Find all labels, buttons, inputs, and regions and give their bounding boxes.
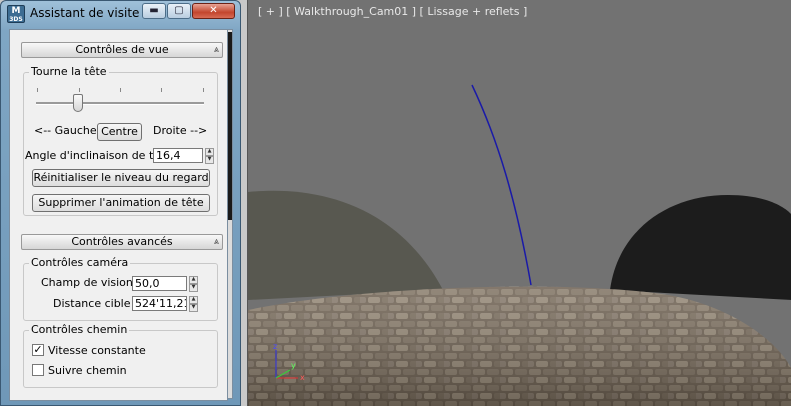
collapse-chevron-icon: ⩓ xyxy=(213,237,219,247)
target-distance-field[interactable]: 524'11,213 xyxy=(132,296,187,311)
view-controls-header-label: Contrôles de vue xyxy=(75,43,169,56)
collapse-chevron-icon: ⩓ xyxy=(213,45,219,55)
slider-tick xyxy=(161,88,162,92)
viewport-label-menu[interactable]: [ + ] [ Walkthrough_Cam01 ] [ Lissage + … xyxy=(258,5,527,18)
right-label: Droite --> xyxy=(153,124,208,137)
maximize-button[interactable]: ▢ xyxy=(167,3,191,19)
field-of-view-label: Champ de vision : xyxy=(41,276,141,289)
head-turn-slider-track[interactable] xyxy=(36,102,204,105)
target-distance-spinner[interactable]: ▲ ▼ xyxy=(189,296,198,312)
follow-path-label: Suivre chemin xyxy=(48,364,127,377)
camera-controls-group xyxy=(23,263,218,321)
slider-tick xyxy=(120,88,121,92)
left-label: <-- Gauche xyxy=(34,124,97,137)
delete-head-animation-button[interactable]: Supprimer l'animation de tête xyxy=(32,194,210,212)
target-distance-label: Distance cible : xyxy=(53,297,138,310)
reset-gaze-level-button[interactable]: Réinitialiser le niveau du regard xyxy=(32,169,210,187)
field-of-view-field[interactable]: 50,0 xyxy=(132,276,187,291)
title-bar[interactable]: M 3DS Assistant de visite ... ▬ ▢ ✕ xyxy=(1,1,242,27)
tilt-angle-field[interactable]: 16,4 xyxy=(153,148,203,163)
z-axis-label: z xyxy=(273,342,277,351)
close-button[interactable]: ✕ xyxy=(192,3,235,19)
constant-speed-checkbox[interactable]: ✓ xyxy=(32,344,44,356)
rollout-panel: Contrôles de vue ⩓ Tourne la tête <-- Ga… xyxy=(9,29,228,401)
3ds-max-icon[interactable]: M 3DS xyxy=(7,5,25,23)
viewport-render: z x y xyxy=(248,0,791,406)
path-controls-group xyxy=(23,330,218,388)
panel-scrollbar[interactable] xyxy=(227,29,233,399)
slider-tick xyxy=(37,88,38,92)
minimize-button[interactable]: ▬ xyxy=(142,3,166,19)
advanced-controls-header-label: Contrôles avancés xyxy=(71,235,173,248)
slider-tick xyxy=(203,88,204,92)
tilt-angle-spinner[interactable]: ▲ ▼ xyxy=(205,148,214,164)
view-controls-rollout-header[interactable]: Contrôles de vue ⩓ xyxy=(21,42,223,58)
window-title: Assistant de visite ... xyxy=(30,6,155,20)
field-of-view-spinner[interactable]: ▲ ▼ xyxy=(189,276,198,292)
follow-path-checkbox[interactable] xyxy=(32,364,44,376)
scrollbar-thumb[interactable] xyxy=(228,32,232,220)
camera-viewport[interactable]: z x y xyxy=(247,0,791,406)
advanced-controls-rollout-header[interactable]: Contrôles avancés ⩓ xyxy=(21,234,223,250)
slider-tick xyxy=(79,88,80,92)
walkthrough-assistant-window: M 3DS Assistant de visite ... ▬ ▢ ✕ Contr… xyxy=(0,0,241,406)
y-axis-label: y xyxy=(291,361,296,370)
tilt-angle-label: Angle d'inclinaison de tête xyxy=(25,149,172,162)
camera-controls-group-label: Contrôles caméra xyxy=(29,256,131,269)
x-axis-label: x xyxy=(300,373,305,382)
head-turn-group-label: Tourne la tête xyxy=(29,65,109,78)
path-controls-group-label: Contrôles chemin xyxy=(29,323,130,336)
constant-speed-label: Vitesse constante xyxy=(48,344,146,357)
center-button[interactable]: Centre xyxy=(97,123,142,141)
head-turn-slider-thumb[interactable] xyxy=(73,94,83,112)
